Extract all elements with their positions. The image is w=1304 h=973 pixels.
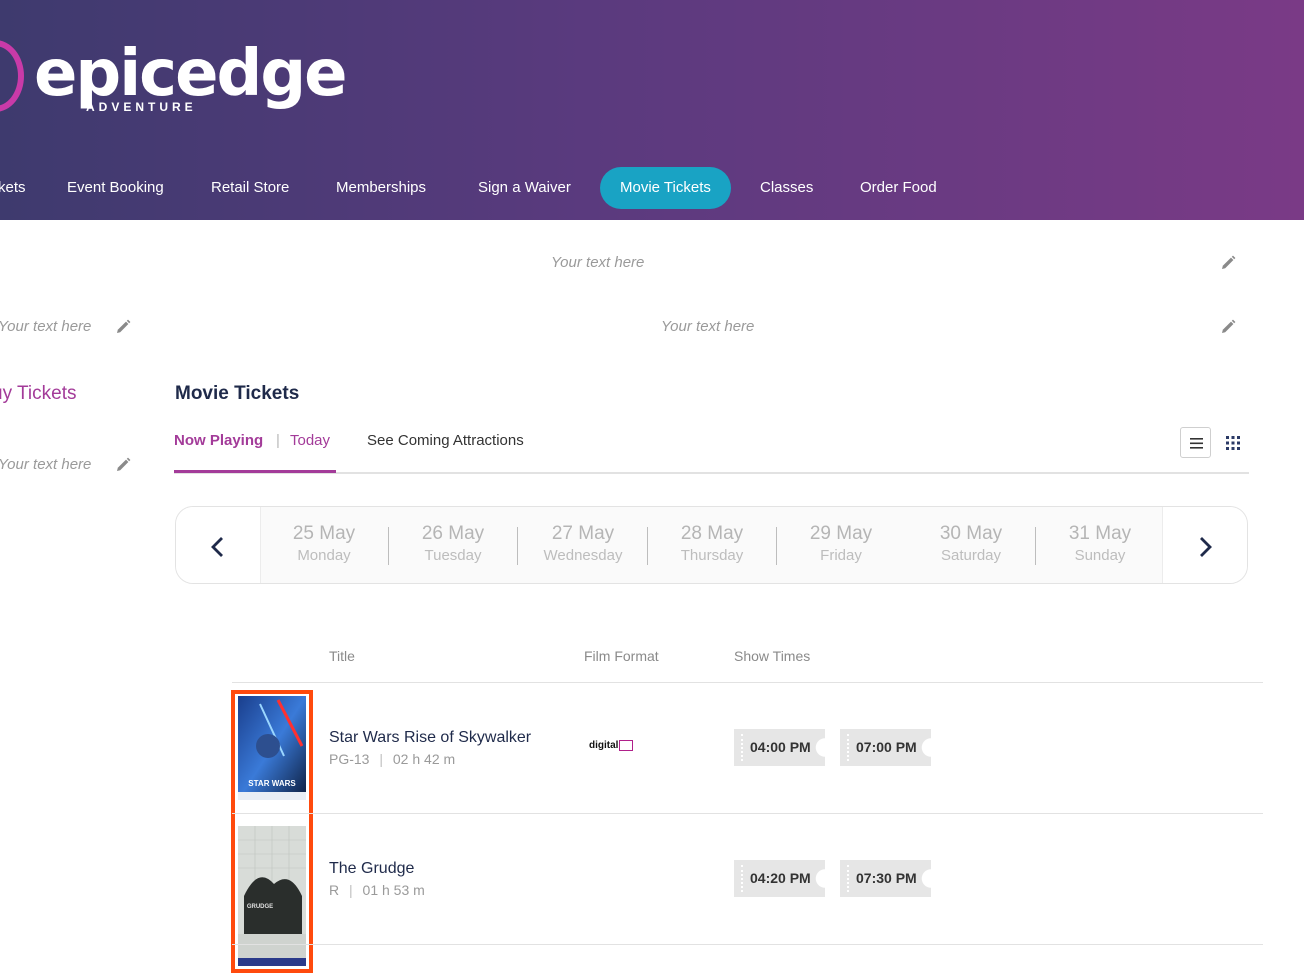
nav-item-movie-tickets[interactable]: Movie Tickets xyxy=(600,167,731,209)
edit-pencil-icon[interactable] xyxy=(114,456,132,474)
nav-item-order-food[interactable]: Order Food xyxy=(860,167,937,209)
nav-item-tickets[interactable]: kets xyxy=(0,167,26,209)
date-selector: 25 May Monday 26 May Tuesday 27 May Wedn… xyxy=(175,506,1248,584)
date-next-button[interactable] xyxy=(1162,507,1247,583)
nav-item-memberships[interactable]: Memberships xyxy=(336,167,426,209)
column-header-title: Title xyxy=(329,648,355,664)
date-day: 29 May xyxy=(809,523,873,544)
movie-duration: 01 h 53 m xyxy=(362,882,425,898)
date-weekday: Saturday xyxy=(940,547,1002,564)
showtime-button[interactable]: 04:20 PM xyxy=(734,860,825,897)
edit-pencil-icon[interactable] xyxy=(1219,254,1237,272)
tab-separator: | xyxy=(276,432,280,449)
date-item[interactable]: 26 May Tuesday xyxy=(398,523,508,564)
date-weekday: Friday xyxy=(820,547,862,564)
list-view-button[interactable] xyxy=(1180,427,1211,458)
table-divider xyxy=(232,813,1263,814)
date-prev-button[interactable] xyxy=(176,507,261,583)
date-day: 31 May xyxy=(1068,523,1132,544)
tab-now-playing[interactable]: Now Playing xyxy=(174,432,263,449)
date-divider xyxy=(1035,527,1036,565)
date-day: 30 May xyxy=(939,523,1003,544)
movie-rating: R xyxy=(329,882,340,898)
digital-check-icon xyxy=(619,740,634,751)
column-header-times: Show Times xyxy=(734,648,811,664)
showtime-button[interactable]: 07:00 PM xyxy=(840,729,931,766)
movie-title[interactable]: Star Wars Rise of Skywalker xyxy=(329,729,531,747)
edit-pencil-icon[interactable] xyxy=(1219,318,1237,336)
date-day: 25 May xyxy=(292,523,356,544)
nav-item-retail-store[interactable]: Retail Store xyxy=(211,167,289,209)
date-item[interactable]: 27 May Wednesday xyxy=(528,523,638,564)
showtime-button[interactable]: 07:30 PM xyxy=(840,860,931,897)
date-divider xyxy=(517,527,518,565)
editable-text-middle: Your text here xyxy=(661,318,755,335)
showtime-button[interactable]: 04:00 PM xyxy=(734,729,825,766)
logo-ring-icon xyxy=(0,40,24,112)
movie-duration: 02 h 42 m xyxy=(392,751,456,767)
list-view-icon xyxy=(1190,438,1203,449)
date-weekday: Wednesday xyxy=(543,547,623,564)
tab-coming-attractions[interactable]: See Coming Attractions xyxy=(367,432,524,449)
date-divider xyxy=(647,527,648,565)
column-header-format: Film Format xyxy=(584,648,659,664)
poster-text: STAR WARS xyxy=(248,779,296,788)
date-day: 27 May xyxy=(551,523,615,544)
date-weekday: Sunday xyxy=(1074,547,1126,564)
film-format-label: digital xyxy=(589,740,619,752)
date-item[interactable]: 28 May Thursday xyxy=(657,523,767,564)
editable-text-top: Your text here xyxy=(551,254,645,271)
date-divider xyxy=(776,527,777,565)
date-divider xyxy=(388,527,389,565)
sidebar-title: uy Tickets xyxy=(0,383,77,404)
meta-separator: | xyxy=(379,751,383,767)
date-weekday: Thursday xyxy=(680,547,744,564)
date-item[interactable]: 30 May Saturday xyxy=(916,523,1026,564)
meta-separator: | xyxy=(349,882,353,898)
nav-item-sign-waiver[interactable]: Sign a Waiver xyxy=(478,167,571,209)
date-day: 26 May xyxy=(421,523,485,544)
date-day: 28 May xyxy=(680,523,744,544)
film-format-badge: digital xyxy=(589,740,634,752)
table-divider xyxy=(232,682,1263,683)
movie-poster-star-wars[interactable]: STAR WARS xyxy=(238,696,306,800)
main-nav: kets Event Booking Retail Store Membersh… xyxy=(0,167,1304,209)
date-weekday: Tuesday xyxy=(424,547,482,564)
page-title: Movie Tickets xyxy=(175,383,300,404)
nav-item-classes[interactable]: Classes xyxy=(760,167,813,209)
grid-view-icon[interactable] xyxy=(1222,432,1244,454)
movie-title[interactable]: The Grudge xyxy=(329,860,414,878)
date-item[interactable]: 29 May Friday xyxy=(786,523,896,564)
tab-today[interactable]: Today xyxy=(290,432,330,449)
poster-text: GRUDGE xyxy=(247,904,273,910)
movie-meta: PG-13 | 02 h 42 m xyxy=(329,751,455,767)
nav-item-event-booking[interactable]: Event Booking xyxy=(67,167,164,209)
editable-text-side-2: Your text here xyxy=(0,456,92,473)
tab-bar: Now Playing | Today See Coming Attractio… xyxy=(174,428,1249,474)
date-weekday: Monday xyxy=(297,547,351,564)
site-header: epicedge ADVENTURE kets Event Booking Re… xyxy=(0,0,1304,220)
movie-meta: R | 01 h 53 m xyxy=(329,882,425,898)
editable-text-side-1: Your text here xyxy=(0,318,92,335)
movie-poster-the-grudge[interactable]: GRUDGE xyxy=(238,826,306,966)
date-item[interactable]: 31 May Sunday xyxy=(1045,523,1155,564)
movie-rating: PG-13 xyxy=(329,751,370,767)
brand-tagline: ADVENTURE xyxy=(86,100,197,114)
chevron-right-icon xyxy=(1200,537,1212,557)
chevron-left-icon xyxy=(211,537,223,557)
active-tab-underline xyxy=(174,470,336,473)
date-item[interactable]: 25 May Monday xyxy=(269,523,379,564)
table-divider xyxy=(232,944,1263,945)
edit-pencil-icon[interactable] xyxy=(114,318,132,336)
